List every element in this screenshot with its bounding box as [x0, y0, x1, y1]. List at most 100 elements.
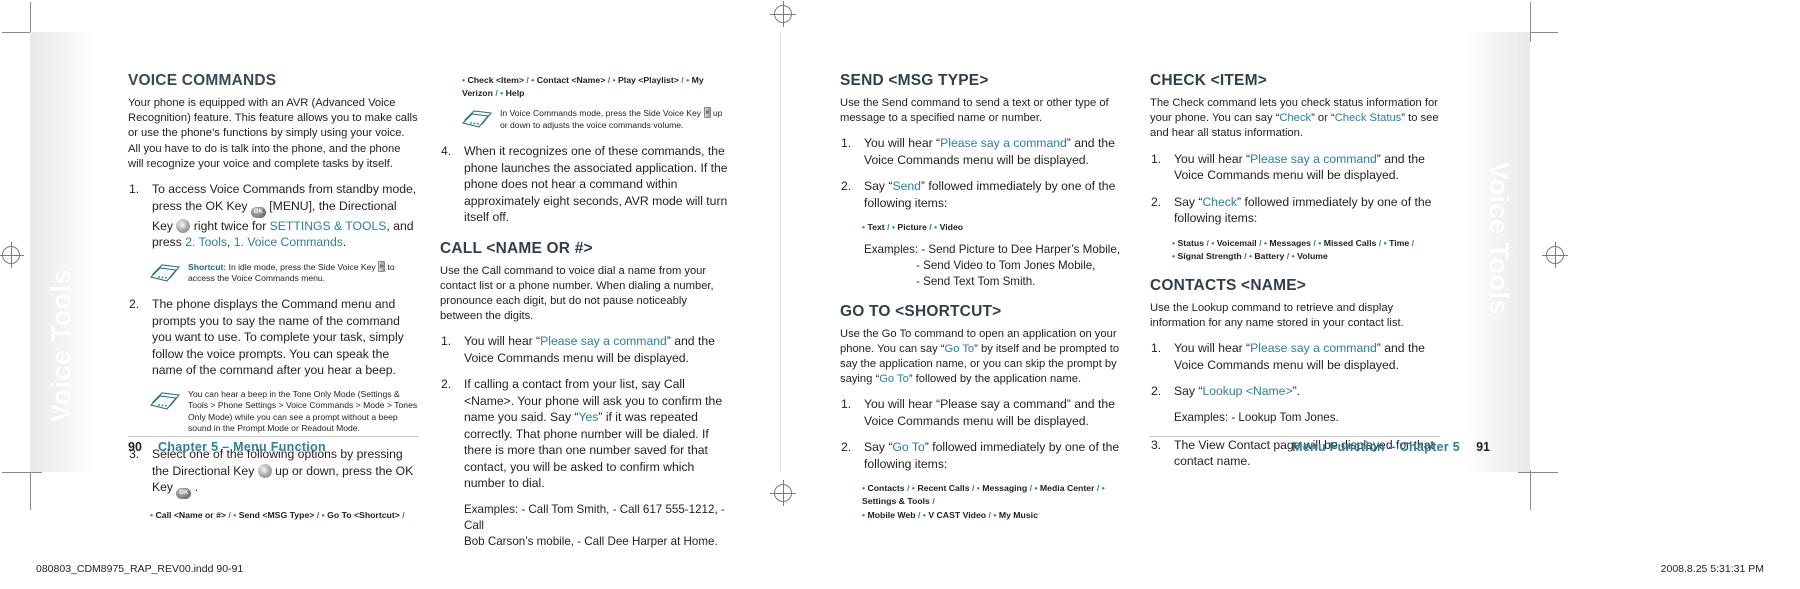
ok-key-icon: OK	[176, 488, 192, 500]
tools-link[interactable]: 2. Tools	[185, 235, 227, 249]
separator: /	[971, 483, 975, 494]
check-link: Check	[1202, 194, 1237, 209]
lookup-name-link: Lookup <Name>	[1202, 384, 1293, 399]
side-voice-key-icon	[378, 260, 386, 272]
step-item: 1. To access Voice Commands from standby…	[129, 182, 417, 250]
step-item: 2. Say “Send” followed immediately by on…	[840, 178, 1130, 211]
option-label[interactable]: Video	[940, 222, 964, 232]
section-heading-go-to-shortcut: GO TO <SHORTCUT>	[840, 302, 1002, 320]
option-label[interactable]: Voicemail	[1217, 238, 1257, 248]
bullet-dot: •	[1263, 237, 1267, 248]
option-label[interactable]: Picture	[897, 222, 926, 232]
option-label[interactable]: Settings & Tools	[862, 496, 930, 506]
step-item: 1. You will hear “Please say a command” …	[840, 396, 1130, 429]
option-label[interactable]: Volume	[1297, 251, 1328, 261]
bullet-dot: •	[1248, 251, 1252, 262]
step1-text-c: right twice for	[193, 218, 267, 233]
step-text-b: ”.	[1292, 384, 1301, 399]
separator: /	[907, 483, 910, 494]
option-label[interactable]: Play <Playlist>	[618, 75, 679, 85]
step-item: 2. Say “Go To” followed immediately by o…	[840, 439, 1130, 472]
section-heading-contacts-name: CONTACTS <NAME>	[1150, 276, 1307, 294]
option-label[interactable]: Messaging	[982, 483, 1027, 493]
note-cards-icon	[149, 262, 182, 282]
step-text-a: Say “	[864, 179, 893, 194]
examples-line-3: - Send Text Tom Smith.	[916, 275, 1036, 289]
contacts-intro: Use the Lookup command to retrieve and d…	[1150, 301, 1404, 329]
step-number: 4.	[441, 144, 452, 158]
option-label[interactable]: Signal Strength	[1177, 251, 1241, 261]
ok-key-icon: OK	[250, 206, 266, 218]
call-steps: 1. You will hear “Please say a command” …	[440, 333, 730, 492]
separator: /	[1096, 483, 1100, 494]
imposition-slug-right: 2008.8.25 5:31:31 PM	[1660, 563, 1764, 575]
step4-text: When it recognizes one of these commands…	[464, 144, 728, 224]
separator: /	[1286, 251, 1290, 262]
step-number: 2.	[841, 179, 852, 194]
step-item: 1. You will hear “Please say a command” …	[1150, 151, 1440, 184]
option-label[interactable]: Time	[1389, 238, 1409, 248]
check-steps: 1. You will hear “Please say a command” …	[1150, 151, 1440, 227]
option-label[interactable]: Status	[1177, 238, 1204, 248]
step-item: 1. You will hear “Please say a command” …	[440, 333, 730, 366]
bullet-dot: •	[1383, 237, 1387, 248]
crop-mark	[1530, 470, 1531, 510]
crop-mark	[30, 470, 31, 510]
footer-rule-left	[128, 436, 418, 437]
option-label[interactable]: Battery	[1254, 251, 1284, 261]
check-intro-b: ” or “	[1311, 112, 1335, 125]
directional-key-icon	[176, 218, 191, 233]
bullet-dot: •	[862, 509, 866, 520]
note-tone-mode: You can hear a beep in the Tone Only Mod…	[149, 389, 418, 435]
note-text-a: In idle mode, press the Side Voice Key	[228, 261, 376, 272]
note-cards-icon	[149, 390, 182, 410]
options-row-2: • Check <Item> / • Contact <Name> / • Pl…	[462, 74, 730, 99]
option-label[interactable]: Mobile Web	[867, 510, 915, 520]
bullet-dot: •	[150, 510, 154, 521]
column-4: CHECK <ITEM> The Check command lets you …	[1150, 72, 1440, 480]
option-label[interactable]: Contacts	[867, 483, 904, 493]
step-item: 1. You will hear “Please say a command” …	[1150, 340, 1440, 373]
bullet-dot: •	[862, 222, 866, 233]
folio-text-left: Chapter 5 – Menu Function	[158, 440, 326, 454]
side-tab-right: Voice Tools	[1466, 32, 1530, 472]
registration-mark-icon	[770, 480, 796, 506]
separator: /	[1378, 237, 1382, 248]
option-label[interactable]: Recent Calls	[917, 483, 969, 493]
bullet-dot: •	[862, 483, 866, 494]
option-label[interactable]: My Music	[999, 510, 1038, 520]
note-label: Shortcut:	[188, 261, 227, 272]
crop-mark	[2, 472, 42, 473]
call-examples: Examples: - Call Tom Smith, - Call 617 5…	[464, 502, 730, 551]
check-bullets-row-1: • Status / • Voicemail / • Messages / • …	[1172, 237, 1440, 250]
voice-commands-intro: Your phone is equipped with an AVR (Adva…	[128, 97, 418, 170]
crop-mark	[1518, 472, 1558, 473]
option-label[interactable]: Send <MSG Type>	[239, 510, 315, 520]
imposition-slug-left: 080803_CDM8975_RAP_REV00.indd 90-91	[36, 563, 244, 575]
check-link: Check	[1279, 112, 1312, 125]
option-label[interactable]: Missed Calls	[1324, 238, 1377, 248]
option-label[interactable]: Call <Name or #>	[155, 510, 226, 520]
section-heading-check-item: CHECK <ITEM>	[1150, 72, 1267, 89]
separator: /	[887, 222, 890, 233]
bullet-dot: •	[993, 509, 997, 520]
please-say-a-command-link: Please say a command	[940, 136, 1067, 151]
option-label[interactable]: Text	[867, 222, 884, 232]
check-intro: The Check command lets you check status …	[1150, 96, 1440, 142]
option-label[interactable]: Messages	[1269, 238, 1311, 248]
option-label[interactable]: Check <Item>	[467, 75, 524, 85]
option-label[interactable]: V CAST Video	[928, 510, 986, 520]
send-bullets: • Text / • Picture / • Video	[862, 221, 1130, 234]
examples-line-2: - Send Video to Tom Jones Mobile,	[916, 259, 1096, 273]
yes-link: Yes	[578, 410, 599, 425]
manual-spread: Voice Tools Voice Tools VOICE COMMANDS Y…	[0, 0, 1800, 589]
option-label[interactable]: Help	[506, 88, 525, 98]
section-heading-call-name: CALL <NAME OR #>	[440, 239, 593, 257]
option-label[interactable]: Media Center	[1040, 483, 1095, 493]
voice-commands-link[interactable]: 1. Voice Commands	[234, 235, 343, 249]
option-label[interactable]: Contact <Name>	[537, 75, 606, 85]
settings-tools-link[interactable]: SETTINGS & TOOLS	[270, 219, 387, 233]
option-label[interactable]: Go To <Shortcut>	[327, 510, 400, 520]
separator: /	[607, 75, 611, 85]
step-number: 1.	[841, 136, 852, 151]
